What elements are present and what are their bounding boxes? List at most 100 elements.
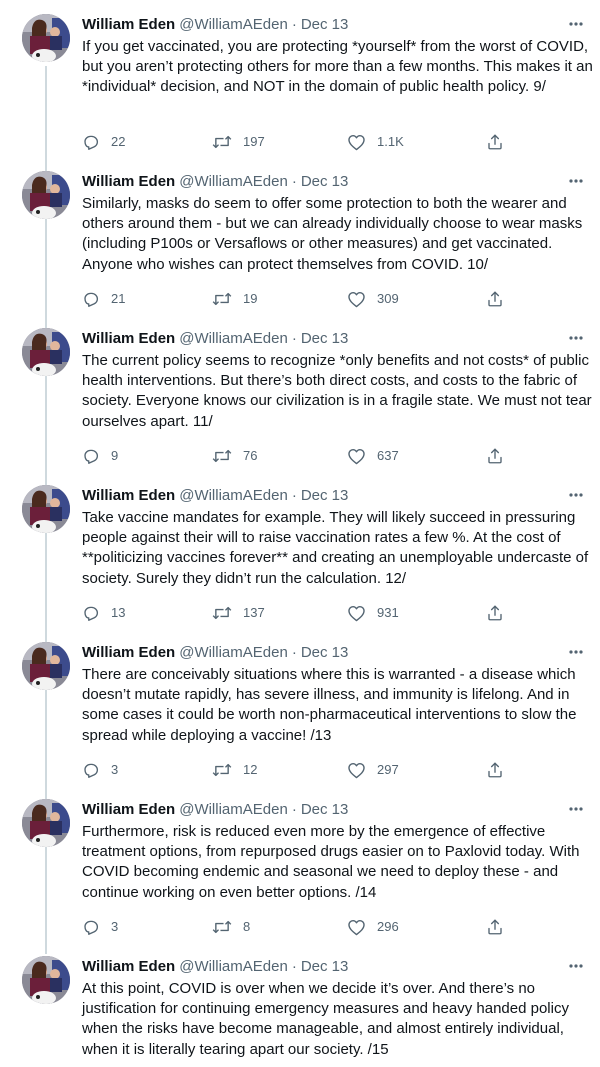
retweet-button[interactable]: 12 <box>212 760 257 780</box>
author-name[interactable]: William Eden <box>82 16 175 33</box>
tweet-date[interactable]: Dec 13 <box>301 173 349 190</box>
author-name[interactable]: William Eden <box>82 644 175 661</box>
more-options-button[interactable] <box>566 171 586 191</box>
retweet-count: 8 <box>243 919 251 934</box>
thread-connector-line <box>45 66 47 157</box>
reply-count: 13 <box>111 605 126 620</box>
share-button[interactable] <box>486 132 504 152</box>
reply-button[interactable]: 3 <box>82 760 118 780</box>
like-button[interactable]: 309 <box>347 289 399 309</box>
more-horizontal-icon <box>569 964 583 968</box>
avatar-photo-icon <box>22 799 70 847</box>
tweet-header: William Eden @WilliamAEden · Dec 13 <box>82 487 348 505</box>
retweet-icon <box>212 135 232 149</box>
share-button[interactable] <box>486 446 504 466</box>
tweet-1[interactable]: William Eden @WilliamAEden · Dec 13 If you … <box>0 0 600 157</box>
retweet-button[interactable]: 197 <box>212 132 265 152</box>
share-icon <box>488 762 502 778</box>
retweet-count: 12 <box>243 762 258 777</box>
tweet-date[interactable]: Dec 13 <box>301 16 349 33</box>
avatar[interactable] <box>22 956 70 1004</box>
more-horizontal-icon <box>569 179 583 183</box>
tweet-text: Similarly, masks do seem to offer some p… <box>82 195 583 273</box>
separator-dot: · <box>291 487 297 504</box>
more-options-button[interactable] <box>566 956 586 976</box>
share-icon <box>488 291 502 307</box>
author-handle[interactable]: @WilliamAEden <box>179 16 288 33</box>
share-button[interactable] <box>486 289 504 309</box>
thread-connector-line <box>45 942 47 954</box>
share-button[interactable] <box>486 917 504 937</box>
more-options-button[interactable] <box>566 485 586 505</box>
more-options-button[interactable] <box>566 14 586 34</box>
tweet-date[interactable]: Dec 13 <box>301 330 349 347</box>
like-count: 931 <box>377 605 399 620</box>
tweet-actions: 3 8 296 <box>82 917 522 937</box>
reply-button[interactable]: 3 <box>82 917 118 937</box>
retweet-count: 197 <box>243 134 265 149</box>
tweet-text: Take vaccine mandates for example. They … <box>82 509 589 587</box>
like-button[interactable]: 297 <box>347 760 399 780</box>
retweet-button[interactable]: 76 <box>212 446 257 466</box>
like-button[interactable]: 296 <box>347 917 399 937</box>
heart-icon <box>348 448 365 465</box>
avatar[interactable] <box>22 171 70 219</box>
tweet-date[interactable]: Dec 13 <box>301 487 349 504</box>
retweet-icon <box>212 606 232 620</box>
share-button[interactable] <box>486 603 504 623</box>
heart-icon <box>348 605 365 622</box>
author-handle[interactable]: @WilliamAEden <box>179 958 288 975</box>
reply-button[interactable]: 9 <box>82 446 118 466</box>
author-handle[interactable]: @WilliamAEden <box>179 801 288 818</box>
avatar[interactable] <box>22 328 70 376</box>
tweet-date[interactable]: Dec 13 <box>301 644 349 661</box>
author-name[interactable]: William Eden <box>82 330 175 347</box>
tweet-2[interactable]: William Eden @WilliamAEden · Dec 13 Similar… <box>0 157 600 314</box>
more-horizontal-icon <box>569 22 583 26</box>
author-name[interactable]: William Eden <box>82 801 175 818</box>
more-options-button[interactable] <box>566 799 586 819</box>
reply-button[interactable]: 22 <box>82 132 125 152</box>
author-handle[interactable]: @WilliamAEden <box>179 487 288 504</box>
separator-dot: · <box>291 173 297 190</box>
heart-icon <box>348 291 365 308</box>
share-icon <box>488 605 502 621</box>
retweet-button[interactable]: 137 <box>212 603 265 623</box>
retweet-icon <box>212 449 232 463</box>
tweet-actions: 9 76 637 <box>82 446 522 466</box>
tweet-date[interactable]: Dec 13 <box>301 958 349 975</box>
like-button[interactable]: 931 <box>347 603 399 623</box>
share-button[interactable] <box>486 760 504 780</box>
tweet-5[interactable]: William Eden @WilliamAEden · Dec 13 There a… <box>0 628 600 785</box>
separator-dot: · <box>291 16 297 33</box>
tweet-4[interactable]: William Eden @WilliamAEden · Dec 13 Take va… <box>0 471 600 628</box>
author-handle[interactable]: @WilliamAEden <box>179 644 288 661</box>
avatar[interactable] <box>22 642 70 690</box>
tweet-7[interactable]: William Eden @WilliamAEden · Dec 13 At this… <box>0 942 600 1067</box>
separator-dot: · <box>291 801 297 818</box>
more-options-button[interactable] <box>566 642 586 662</box>
tweet-date[interactable]: Dec 13 <box>301 801 349 818</box>
avatar[interactable] <box>22 14 70 62</box>
like-button[interactable]: 1.1K <box>347 132 404 152</box>
like-count: 1.1K <box>377 134 404 149</box>
reply-button[interactable]: 21 <box>82 289 125 309</box>
author-name[interactable]: William Eden <box>82 173 175 190</box>
like-count: 309 <box>377 291 399 306</box>
like-button[interactable]: 637 <box>347 446 399 466</box>
retweet-button[interactable]: 19 <box>212 289 257 309</box>
reply-button[interactable]: 13 <box>82 603 125 623</box>
more-options-button[interactable] <box>566 328 586 348</box>
avatar[interactable] <box>22 485 70 533</box>
retweet-icon <box>212 292 232 306</box>
tweet-3[interactable]: William Eden @WilliamAEden · Dec 13 The cur… <box>0 314 600 471</box>
author-name[interactable]: William Eden <box>82 487 175 504</box>
avatar[interactable] <box>22 799 70 847</box>
author-name[interactable]: William Eden <box>82 958 175 975</box>
tweet-6[interactable]: William Eden @WilliamAEden · Dec 13 Further… <box>0 785 600 942</box>
like-count: 296 <box>377 919 399 934</box>
author-handle[interactable]: @WilliamAEden <box>179 173 288 190</box>
author-handle[interactable]: @WilliamAEden <box>179 330 288 347</box>
like-count: 637 <box>377 448 399 463</box>
retweet-button[interactable]: 8 <box>212 917 250 937</box>
